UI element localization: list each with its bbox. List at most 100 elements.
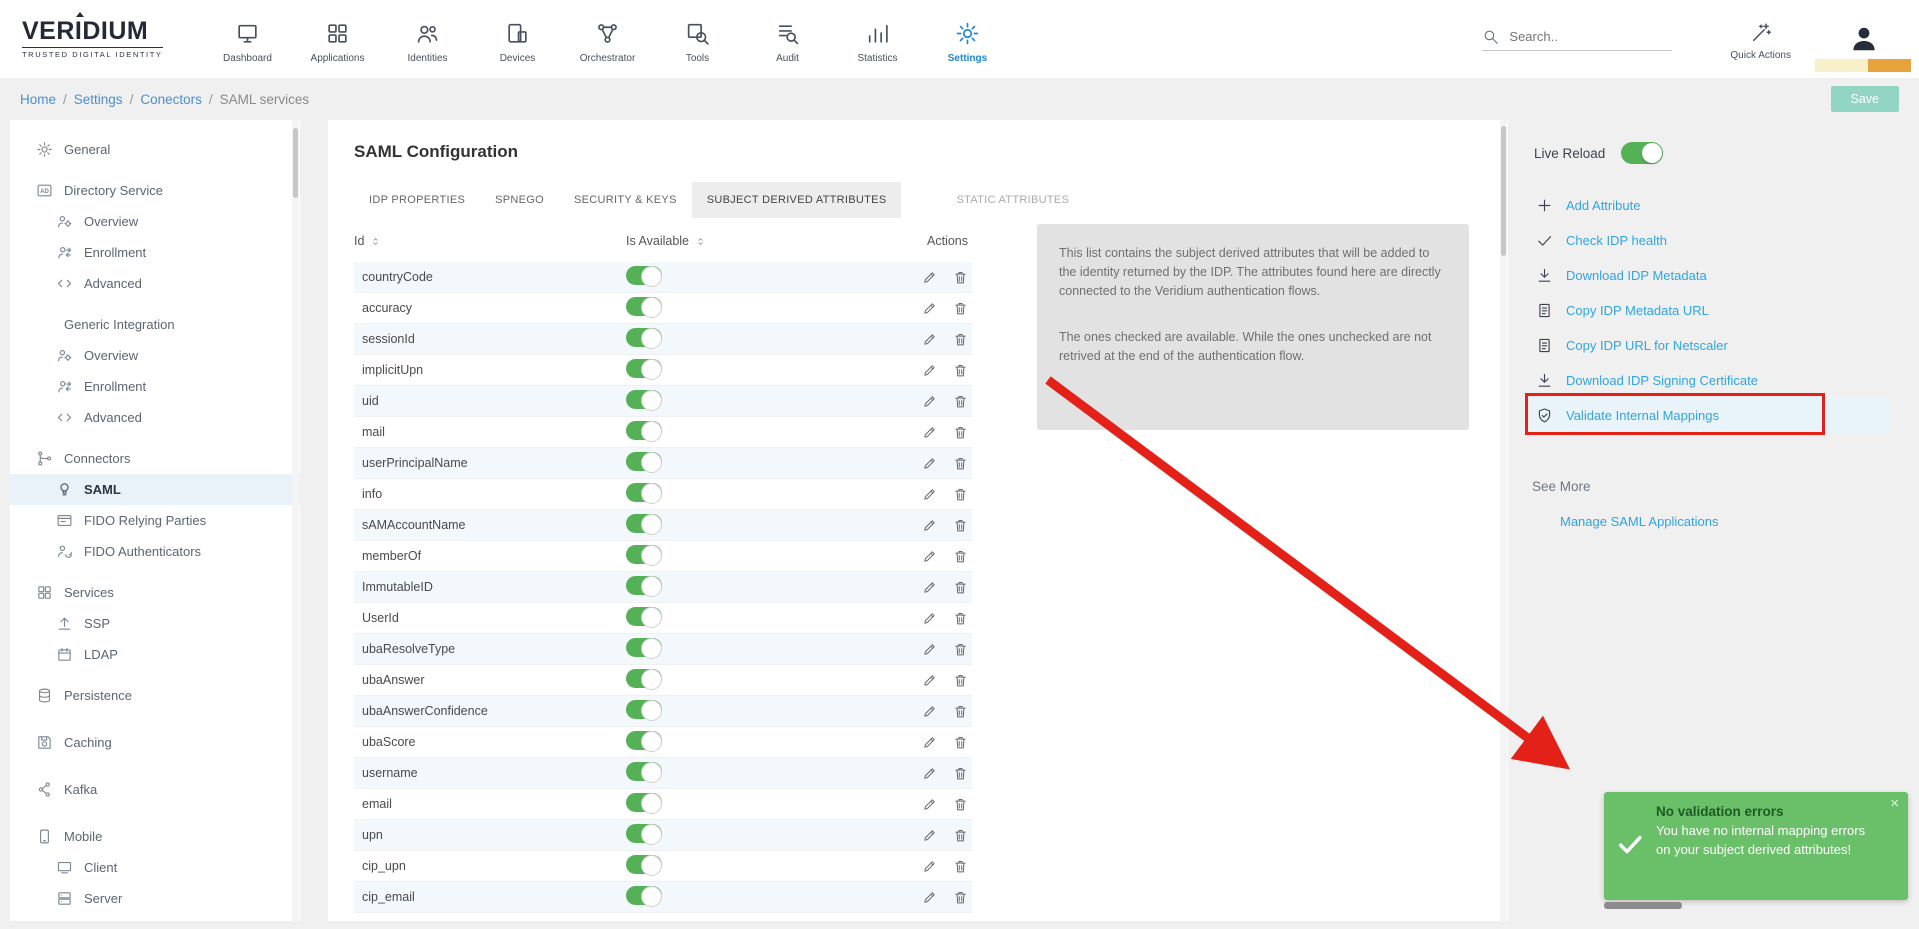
edit-icon[interactable] (922, 611, 937, 626)
sidebar-item-services[interactable]: Services (10, 577, 300, 608)
tab-subject-derived-attributes[interactable]: SUBJECT DERIVED ATTRIBUTES (692, 182, 902, 218)
breadcrumb-item-home[interactable]: Home (20, 92, 56, 107)
delete-icon[interactable] (953, 363, 968, 378)
availability-toggle[interactable] (626, 452, 662, 471)
manage-saml-applications-link[interactable]: Manage SAML Applications (1560, 514, 1719, 529)
action-copy-idp-metadata-url[interactable]: Copy IDP Metadata URL (1532, 293, 1889, 328)
column-is-available[interactable]: Is Available (626, 234, 689, 248)
breadcrumb-item-settings[interactable]: Settings (74, 92, 123, 107)
nav-item-settings[interactable]: Settings (937, 15, 999, 64)
action-add-attribute[interactable]: Add Attribute (1532, 188, 1889, 223)
search-icon[interactable] (1482, 28, 1499, 45)
breadcrumb-item-conectors[interactable]: Conectors (140, 92, 202, 107)
sidebar-item-client[interactable]: Client (10, 852, 300, 883)
edit-icon[interactable] (922, 270, 937, 285)
sidebar-item-server[interactable]: Server (10, 883, 300, 914)
delete-icon[interactable] (953, 549, 968, 564)
availability-toggle[interactable] (626, 855, 662, 874)
delete-icon[interactable] (953, 890, 968, 905)
edit-icon[interactable] (922, 673, 937, 688)
edit-icon[interactable] (922, 859, 937, 874)
availability-toggle[interactable] (626, 700, 662, 719)
delete-icon[interactable] (953, 580, 968, 595)
sidebar-item-general[interactable]: General (10, 134, 300, 165)
delete-icon[interactable] (953, 828, 968, 843)
edit-icon[interactable] (922, 549, 937, 564)
live-reload-toggle[interactable] (1621, 142, 1663, 164)
main-scrollbar[interactable] (1500, 120, 1507, 921)
delete-icon[interactable] (953, 518, 968, 533)
availability-toggle[interactable] (626, 514, 662, 533)
sidebar-item-fido-authenticators[interactable]: FIDO Authenticators (10, 536, 300, 567)
delete-icon[interactable] (953, 704, 968, 719)
delete-icon[interactable] (953, 425, 968, 440)
sidebar-item-enrollment[interactable]: Enrollment (10, 371, 300, 402)
sidebar-item-caching[interactable]: Caching (10, 727, 300, 758)
edit-icon[interactable] (922, 735, 937, 750)
availability-toggle[interactable] (626, 731, 662, 750)
nav-item-applications[interactable]: Applications (307, 15, 369, 64)
delete-icon[interactable] (953, 301, 968, 316)
availability-toggle[interactable] (626, 297, 662, 316)
sidebar-item-kafka[interactable]: Kafka (10, 774, 300, 805)
tab-idp-properties[interactable]: IDP PROPERTIES (354, 182, 480, 218)
delete-icon[interactable] (953, 642, 968, 657)
availability-toggle[interactable] (626, 762, 662, 781)
sidebar-scrollbar[interactable] (292, 120, 299, 921)
delete-icon[interactable] (953, 332, 968, 347)
delete-icon[interactable] (953, 456, 968, 471)
sidebar-item-enrollment[interactable]: Enrollment (10, 237, 300, 268)
sidebar-item-saml[interactable]: SAML (10, 474, 300, 505)
nav-item-audit[interactable]: Audit (757, 15, 819, 64)
availability-toggle[interactable] (626, 545, 662, 564)
delete-icon[interactable] (953, 394, 968, 409)
availability-toggle[interactable] (626, 266, 662, 285)
sidebar-item-connectors[interactable]: Connectors (10, 443, 300, 474)
action-check-idp-health[interactable]: Check IDP health (1532, 223, 1889, 258)
delete-icon[interactable] (953, 611, 968, 626)
action-copy-idp-url-for-netscaler[interactable]: Copy IDP URL for Netscaler (1532, 328, 1889, 363)
nav-item-orchestrator[interactable]: Orchestrator (577, 15, 639, 64)
edit-icon[interactable] (922, 518, 937, 533)
edit-icon[interactable] (922, 704, 937, 719)
column-id[interactable]: Id (354, 234, 364, 248)
edit-icon[interactable] (922, 890, 937, 905)
nav-item-statistics[interactable]: Statistics (847, 15, 909, 64)
delete-icon[interactable] (953, 797, 968, 812)
availability-toggle[interactable] (626, 576, 662, 595)
delete-icon[interactable] (953, 735, 968, 750)
availability-toggle[interactable] (626, 359, 662, 378)
sidebar-item-overview[interactable]: Overview (10, 206, 300, 237)
sidebar-item-mobile[interactable]: Mobile (10, 821, 300, 852)
sidebar-item-generic-integration[interactable]: Generic Integration (10, 309, 300, 340)
save-button[interactable]: Save (1831, 86, 1900, 112)
delete-icon[interactable] (953, 859, 968, 874)
edit-icon[interactable] (922, 425, 937, 440)
availability-toggle[interactable] (626, 483, 662, 502)
delete-icon[interactable] (953, 673, 968, 688)
sidebar-item-ssp[interactable]: SSP (10, 608, 300, 639)
sort-icon[interactable] (695, 236, 706, 247)
sidebar-item-advanced[interactable]: Advanced (10, 268, 300, 299)
nav-item-dashboard[interactable]: Dashboard (217, 15, 279, 64)
edit-icon[interactable] (922, 797, 937, 812)
quick-actions-button[interactable]: Quick Actions (1730, 18, 1791, 61)
sidebar-item-ldap[interactable]: LDAP (10, 639, 300, 670)
tab-security-keys[interactable]: SECURITY & KEYS (559, 182, 692, 218)
availability-toggle[interactable] (626, 421, 662, 440)
sidebar-item-advanced[interactable]: Advanced (10, 402, 300, 433)
edit-icon[interactable] (922, 301, 937, 316)
delete-icon[interactable] (953, 766, 968, 781)
availability-toggle[interactable] (626, 669, 662, 688)
availability-toggle[interactable] (626, 638, 662, 657)
availability-toggle[interactable] (626, 328, 662, 347)
availability-toggle[interactable] (626, 886, 662, 905)
sidebar-item-directory-service[interactable]: Directory Service (10, 175, 300, 206)
delete-icon[interactable] (953, 487, 968, 502)
edit-icon[interactable] (922, 580, 937, 595)
status-bar-indicator[interactable] (1815, 59, 1911, 72)
nav-item-identities[interactable]: Identities (397, 15, 459, 64)
delete-icon[interactable] (953, 270, 968, 285)
edit-icon[interactable] (922, 363, 937, 378)
action-validate-internal-mappings[interactable]: Validate Internal Mappings (1532, 398, 1889, 433)
